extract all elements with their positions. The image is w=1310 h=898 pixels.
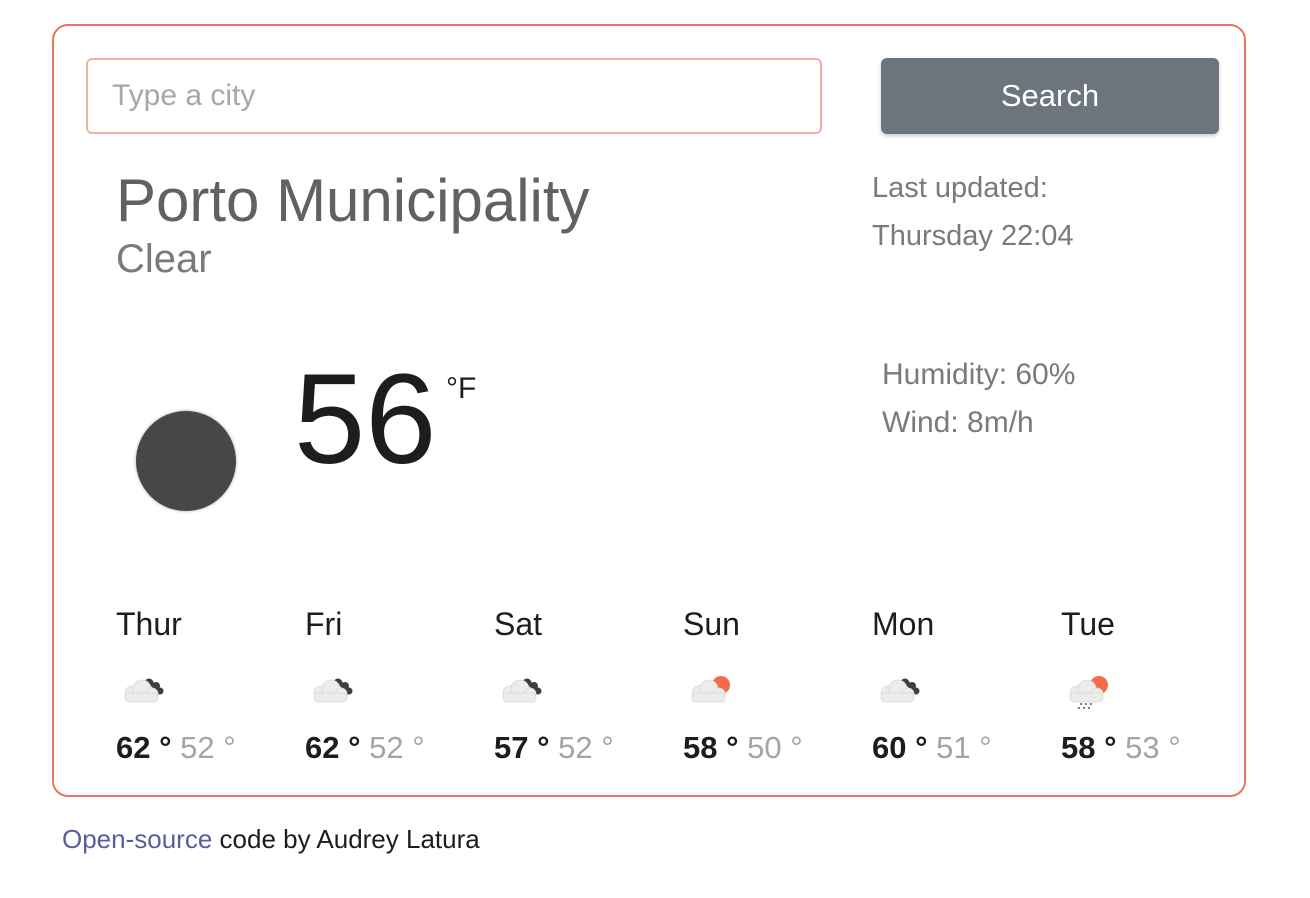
degree-symbol: ° bbox=[726, 730, 739, 765]
degree-symbol: ° bbox=[412, 730, 425, 765]
degree-symbol: ° bbox=[979, 730, 992, 765]
last-updated-label: Last updated: bbox=[872, 172, 1048, 204]
forecast-day-name: Sat bbox=[494, 606, 543, 642]
degree-symbol: ° bbox=[159, 730, 172, 765]
degree-symbol: ° bbox=[348, 730, 361, 765]
forecast-day: Thur 62 ° 52 ° bbox=[116, 606, 296, 766]
wind: Wind: 8m/h bbox=[882, 406, 1034, 439]
forecast-min-temp: 52 bbox=[558, 730, 593, 765]
forecast-max-temp: 57 bbox=[494, 730, 529, 765]
forecast-day: Fri 62 ° 52 ° bbox=[305, 606, 485, 766]
humidity: Humidity: 60% bbox=[882, 358, 1076, 391]
weather-description: Clear bbox=[116, 237, 212, 281]
degree-symbol: ° bbox=[790, 730, 803, 765]
forecast-max-temp: 58 bbox=[683, 730, 718, 765]
open-source-link[interactable]: Open-source bbox=[62, 824, 212, 854]
forecast-max-temp: 62 bbox=[305, 730, 340, 765]
forecast-day-name: Sun bbox=[683, 606, 740, 642]
forecast-temperatures: 62 ° 52 ° bbox=[305, 730, 485, 766]
forecast-max-temp: 62 bbox=[116, 730, 151, 765]
forecast-day: Sat 57 ° 52 ° bbox=[494, 606, 674, 766]
forecast-day: Mon 60 ° 51 ° bbox=[872, 606, 1052, 766]
forecast-day: Tue 58 ° 53 ° bbox=[1061, 606, 1241, 766]
forecast-min-temp: 51 bbox=[936, 730, 971, 765]
forecast-min-temp: 50 bbox=[747, 730, 782, 765]
cloudy-icon bbox=[494, 666, 554, 706]
degree-symbol: ° bbox=[915, 730, 928, 765]
footer-credit: code by Audrey Latura bbox=[212, 824, 480, 854]
weather-card: Search Porto Municipality Clear Last upd… bbox=[52, 24, 1246, 797]
degree-symbol: ° bbox=[601, 730, 614, 765]
last-updated-value: Thursday 22:04 bbox=[872, 220, 1074, 252]
forecast-min-temp: 52 bbox=[369, 730, 404, 765]
forecast-min-temp: 53 bbox=[1125, 730, 1160, 765]
forecast-day-name: Tue bbox=[1061, 606, 1115, 642]
search-button[interactable]: Search bbox=[881, 58, 1219, 134]
forecast-day-name: Fri bbox=[305, 606, 343, 642]
city-search-input[interactable] bbox=[86, 58, 822, 134]
forecast-temperatures: 58 ° 50 ° bbox=[683, 730, 863, 766]
forecast-temperatures: 60 ° 51 ° bbox=[872, 730, 1052, 766]
cloudy-icon bbox=[872, 666, 932, 706]
degree-symbol: ° bbox=[1104, 730, 1117, 765]
forecast-min-temp: 52 bbox=[180, 730, 215, 765]
degree-symbol: ° bbox=[1168, 730, 1181, 765]
degree-symbol: ° bbox=[223, 730, 236, 765]
city-name: Porto Municipality bbox=[116, 167, 590, 234]
forecast-day: Sun 58 ° 50 ° bbox=[683, 606, 863, 766]
cloudy-icon bbox=[305, 666, 365, 706]
forecast-day-name: Thur bbox=[116, 606, 182, 642]
forecast-day-name: Mon bbox=[872, 606, 935, 642]
sun-rain-icon bbox=[1061, 666, 1121, 709]
current-temperature: 56 bbox=[294, 348, 437, 491]
moon-icon bbox=[136, 411, 236, 511]
footer: Open-source code by Audrey Latura bbox=[62, 824, 480, 855]
cloudy-icon bbox=[116, 666, 176, 706]
forecast-temperatures: 58 ° 53 ° bbox=[1061, 730, 1241, 766]
forecast-temperatures: 62 ° 52 ° bbox=[116, 730, 296, 766]
partly-sunny-icon bbox=[683, 666, 743, 706]
forecast-max-temp: 58 bbox=[1061, 730, 1096, 765]
temperature-unit: °F bbox=[446, 372, 477, 405]
forecast-max-temp: 60 bbox=[872, 730, 907, 765]
degree-symbol: ° bbox=[537, 730, 550, 765]
forecast-temperatures: 57 ° 52 ° bbox=[494, 730, 674, 766]
